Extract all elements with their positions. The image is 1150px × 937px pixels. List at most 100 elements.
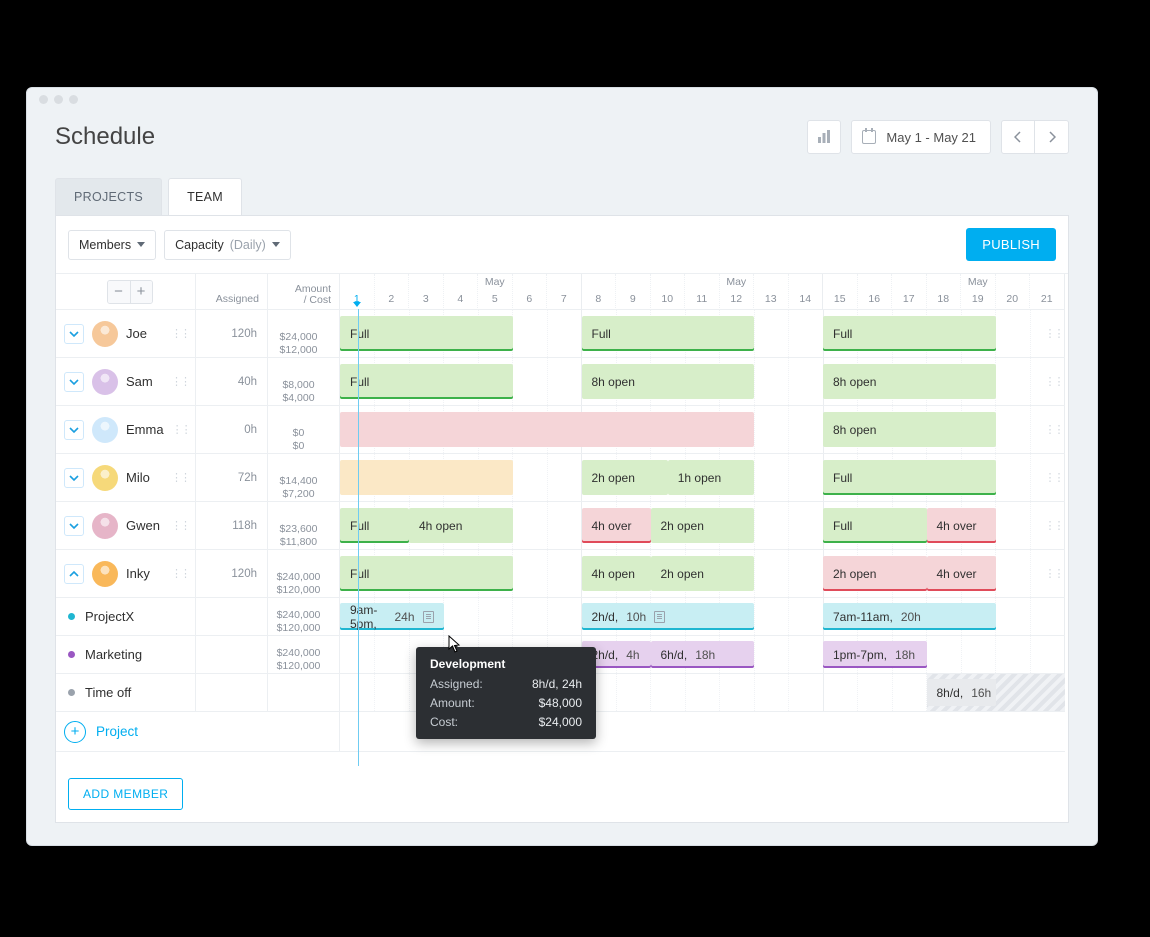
capacity-bar[interactable]: Full	[340, 364, 513, 399]
amount-cost	[268, 674, 340, 712]
drag-handle-icon[interactable]: ⋮⋮	[171, 476, 189, 480]
expand-all-button[interactable]: +	[130, 281, 152, 303]
capacity-bar[interactable]: 4h over	[927, 508, 996, 543]
assigned-hours	[196, 674, 268, 712]
bar-label: 2h/d,	[592, 610, 619, 624]
row-menu-icon[interactable]: ⋮⋮	[1045, 406, 1063, 453]
day-header: 6	[513, 274, 548, 310]
capacity-bar[interactable]: 8h open	[823, 412, 996, 447]
member-timeline[interactable]: 2h open1h open Full ⋮⋮	[340, 454, 1065, 502]
add-member-button[interactable]: ADD MEMBER	[68, 778, 183, 810]
expand-member-button[interactable]	[64, 516, 84, 536]
window-dot[interactable]	[69, 95, 78, 104]
window-dot[interactable]	[39, 95, 48, 104]
row-menu-icon[interactable]: ⋮⋮	[1045, 502, 1063, 549]
row-menu-icon[interactable]: ⋮⋮	[1045, 454, 1063, 501]
expand-member-button[interactable]	[64, 324, 84, 344]
row-menu-icon[interactable]: ⋮⋮	[1045, 550, 1063, 597]
month-label: May	[968, 276, 988, 288]
add-project-cell[interactable]: + Project	[56, 712, 340, 752]
row-menu-icon[interactable]: ⋮⋮	[1045, 358, 1063, 405]
capacity-bar[interactable]: 2h open	[582, 460, 668, 495]
project-name-cell: Marketing	[56, 636, 196, 674]
drag-handle-icon[interactable]: ⋮⋮	[171, 572, 189, 576]
day-number: 6	[526, 279, 532, 305]
expand-member-button[interactable]	[64, 564, 84, 584]
drag-handle-icon[interactable]: ⋮⋮	[172, 428, 190, 432]
member-timeline[interactable]: Full Full Full ⋮⋮	[340, 310, 1065, 358]
capacity-bar[interactable]: 4h over	[927, 556, 996, 591]
schedule-panel: Members Capacity (Daily) PUBLISH − + Ass…	[55, 215, 1069, 823]
amount-cost: $240,000$120,000	[268, 598, 340, 636]
capacity-bar[interactable]: Full	[582, 316, 755, 351]
capacity-bar[interactable]: 8h open	[823, 364, 996, 399]
project-name-cell: Time off	[56, 674, 196, 712]
capacity-bar[interactable]: 2h open	[823, 556, 927, 591]
tab-projects[interactable]: PROJECTS	[55, 178, 162, 215]
member-timeline[interactable]: Full4h open4h over2h openFull4h over⋮⋮	[340, 502, 1065, 550]
drag-handle-icon[interactable]: ⋮⋮	[171, 380, 189, 384]
amount-header: Amount/ Cost	[268, 274, 340, 310]
bar-chart-button[interactable]	[807, 120, 841, 154]
capacity-bar[interactable]: Full	[823, 508, 927, 543]
expand-all-toggle[interactable]: − +	[107, 280, 153, 304]
capacity-bar[interactable]: 6h/d, 18h	[651, 641, 755, 668]
capacity-bar[interactable]	[340, 412, 754, 447]
tab-team[interactable]: TEAM	[168, 178, 242, 215]
month-label: May	[726, 276, 746, 288]
bar-label: 16h	[971, 686, 991, 700]
prev-range-button[interactable]	[1001, 120, 1035, 154]
avatar	[92, 321, 118, 347]
window-dot[interactable]	[54, 95, 63, 104]
member-timeline[interactable]: Full4h open2h open2h open4h over⋮⋮	[340, 550, 1065, 598]
bar-label: 18h	[895, 648, 915, 662]
member-timeline[interactable]: Full 8h open 8h open ⋮⋮	[340, 358, 1065, 406]
members-filter-dropdown[interactable]: Members	[68, 230, 156, 260]
month-label: May	[485, 276, 505, 288]
capacity-bar[interactable]: 4h open	[409, 508, 513, 543]
bar-label: 8h/d,	[937, 686, 964, 700]
capacity-bar[interactable]: 1h open	[668, 460, 754, 495]
drag-handle-icon[interactable]: ⋮⋮	[171, 524, 189, 528]
capacity-bar[interactable]: 7am-11am, 20h	[823, 603, 996, 630]
member-timeline[interactable]: 8h open ⋮⋮	[340, 406, 1065, 454]
capacity-bar[interactable]: 2h/d, 10h	[582, 603, 755, 630]
bar-label: 10h	[626, 610, 646, 624]
capacity-bar[interactable]: Full	[340, 316, 513, 351]
chevron-right-icon	[1048, 131, 1056, 143]
capacity-bar[interactable]: 8h/d, 16h	[927, 679, 996, 706]
bar-label: 4h over	[592, 519, 632, 533]
capacity-bar[interactable]: 2h open	[651, 508, 755, 543]
day-header: 15	[823, 274, 858, 310]
assigned-hours: 118h	[196, 502, 268, 550]
capacity-bar[interactable]: Full	[823, 460, 996, 495]
row-menu-icon[interactable]: ⋮⋮	[1045, 310, 1063, 357]
capacity-bar[interactable]: 4h over	[582, 508, 651, 543]
drag-handle-icon[interactable]: ⋮⋮	[171, 332, 189, 336]
publish-button[interactable]: PUBLISH	[966, 228, 1056, 261]
tooltip-value: $48,000	[539, 696, 582, 710]
capacity-bar[interactable]: Full	[823, 316, 996, 351]
member-name-cell: Inky ⋮⋮	[56, 550, 196, 598]
next-range-button[interactable]	[1035, 120, 1069, 154]
capacity-filter-dropdown[interactable]: Capacity (Daily)	[164, 230, 291, 260]
capacity-bar[interactable]: 1pm-7pm, 18h	[823, 641, 927, 668]
expand-member-button[interactable]	[64, 420, 84, 440]
bar-label: 7am-11am,	[833, 610, 893, 624]
page-title: Schedule	[55, 123, 155, 151]
capacity-bar[interactable]: Full	[340, 556, 513, 591]
expand-member-button[interactable]	[64, 468, 84, 488]
capacity-bar[interactable]: 8h open	[582, 364, 755, 399]
expand-member-button[interactable]	[64, 372, 84, 392]
member-name-cell: Emma ⋮⋮	[56, 406, 196, 454]
plus-circle-icon: +	[64, 721, 86, 743]
capacity-bar[interactable]: 2h open	[651, 556, 755, 591]
collapse-all-button[interactable]: −	[108, 281, 130, 303]
capacity-bar[interactable]: 4h open	[582, 556, 651, 591]
capacity-bar[interactable]	[340, 460, 513, 495]
capacity-bar[interactable]: 9am-5pm, 24h	[340, 603, 444, 630]
date-range-picker[interactable]: May 1 - May 21	[851, 120, 991, 154]
capacity-bar[interactable]: Full	[340, 508, 409, 543]
project-timeline[interactable]: 9am-5pm, 24h 2h/d, 10h 7am-11am, 20h	[340, 598, 1065, 636]
project-name: Time off	[85, 685, 131, 700]
